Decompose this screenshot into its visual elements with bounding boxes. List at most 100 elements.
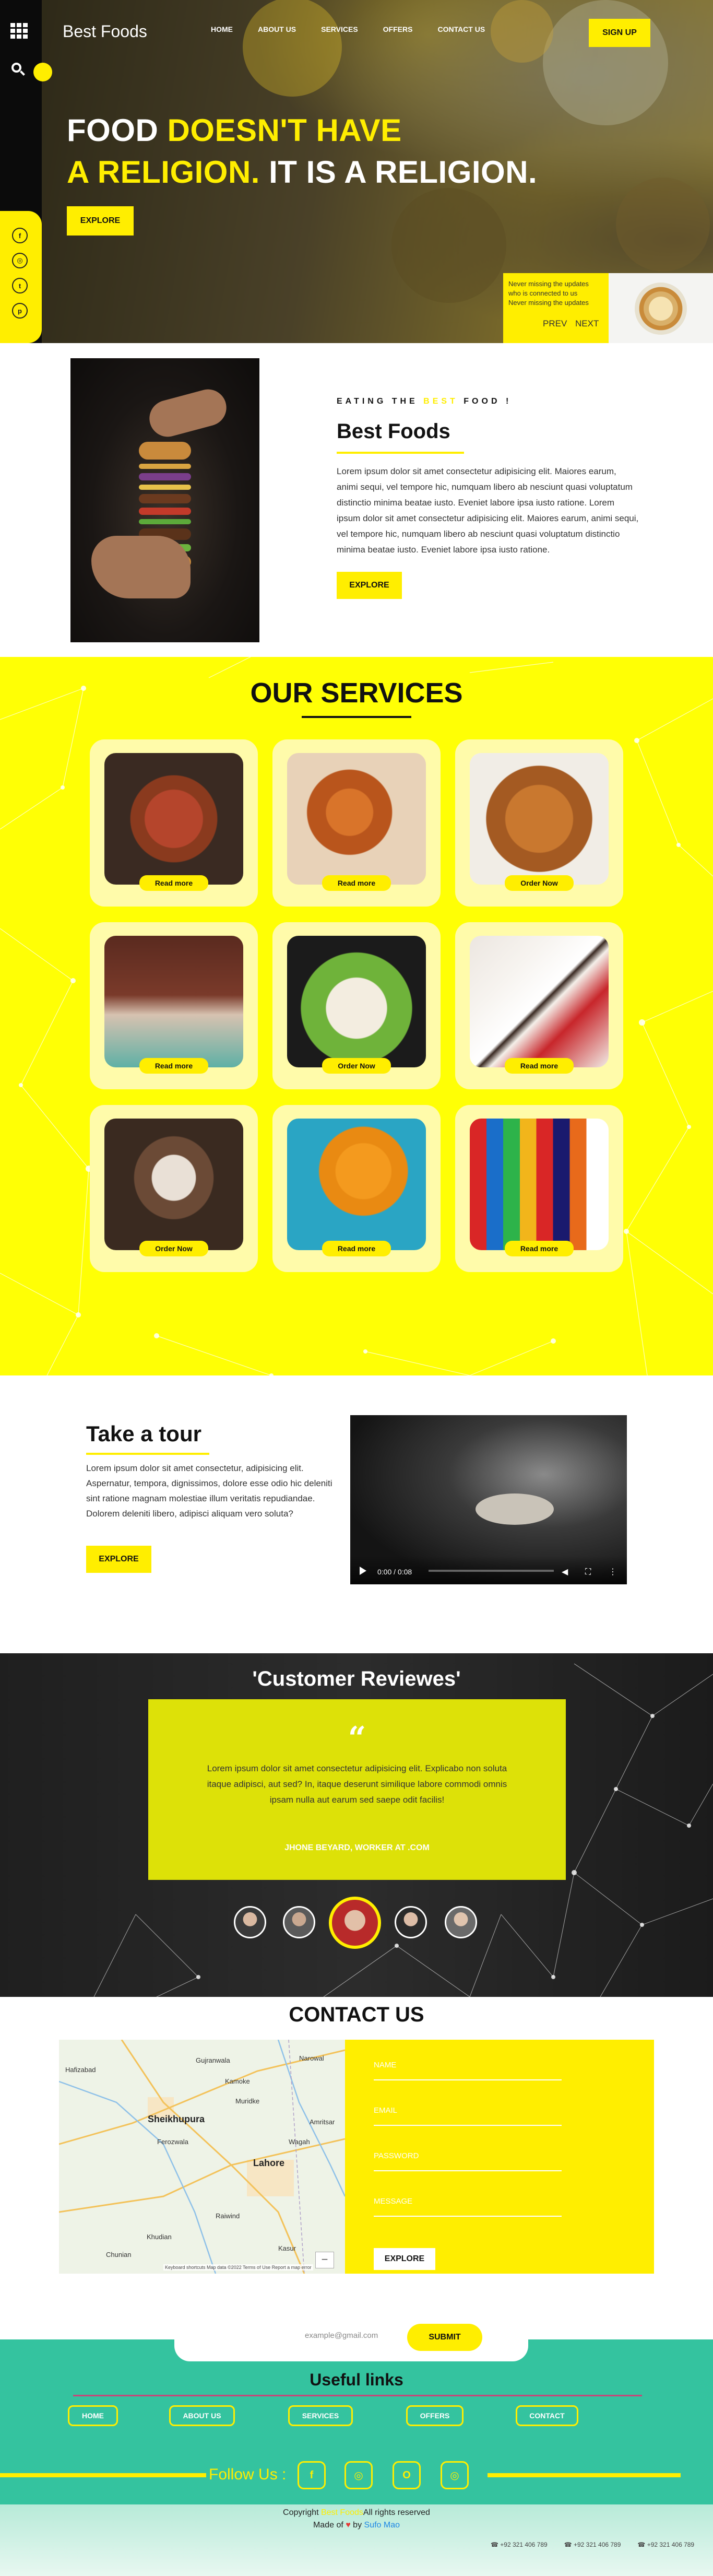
read-more-button[interactable]: Read more xyxy=(505,1241,574,1256)
footer-link-services[interactable]: SERVICES xyxy=(288,2405,353,2426)
follow-divider-right xyxy=(488,2473,681,2477)
pinterest-icon[interactable]: ◎ xyxy=(441,2461,469,2489)
nav-home[interactable]: HOME xyxy=(211,25,233,33)
email-field[interactable]: EMAIL xyxy=(374,2098,562,2129)
services-section: OUR SERVICES Read more Read more Order N… xyxy=(0,657,713,1375)
avatar[interactable] xyxy=(445,1906,477,1938)
service-card-soft-drinks[interactable]: Read more xyxy=(455,1105,623,1272)
map-label: Lahore xyxy=(253,2158,285,2168)
avatar[interactable] xyxy=(395,1906,427,1938)
map-label: Raiwind xyxy=(216,2212,240,2220)
cupcakes-image xyxy=(104,936,243,1067)
service-card-orange-juice[interactable]: Read more xyxy=(272,1105,441,1272)
submit-button[interactable]: SUBMIT xyxy=(407,2324,482,2351)
pinterest-icon[interactable]: p xyxy=(12,303,28,319)
name-field[interactable]: NAME xyxy=(374,2052,562,2084)
read-more-button[interactable]: Read more xyxy=(505,1058,574,1074)
email-label: EMAIL xyxy=(374,2106,398,2115)
update-card: Never missing the updates who is connect… xyxy=(503,273,713,343)
service-card-chicken-pakora[interactable]: Order Now xyxy=(455,739,623,907)
footer-link-home[interactable]: HOME xyxy=(68,2405,118,2426)
about-explore-button[interactable]: EXPLORE xyxy=(337,572,402,599)
phone-numbers: ☎ +92 321 406 789 ☎ +92 321 406 789 ☎ +9… xyxy=(491,2541,694,2548)
tour-explore-button[interactable]: EXPLORE xyxy=(86,1546,151,1573)
order-now-button[interactable]: Order Now xyxy=(139,1241,208,1256)
map-zoom-out-button[interactable]: − xyxy=(315,2252,334,2268)
salad-image xyxy=(287,936,426,1067)
service-card-cake[interactable]: Read more xyxy=(455,922,623,1089)
footer-link-about-us[interactable]: ABOUT US xyxy=(169,2405,235,2426)
play-icon[interactable] xyxy=(360,1567,366,1575)
service-card-milkshake[interactable]: Order Now xyxy=(90,1105,258,1272)
facebook-icon[interactable]: f xyxy=(12,228,28,243)
instagram-icon[interactable]: ◎ xyxy=(12,253,28,268)
hero-slider-dot[interactable] xyxy=(33,63,52,81)
services-title: OUR SERVICES xyxy=(250,677,463,709)
message-field[interactable]: MESSAGE xyxy=(374,2189,562,2220)
video-progress-track[interactable] xyxy=(429,1570,554,1572)
hero-section: f ◎ t p Best Foods HOME ABOUT US SERVICE… xyxy=(0,0,713,343)
newsletter-bar: example@gmail.com SUBMIT xyxy=(174,2312,528,2361)
order-now-button[interactable]: Order Now xyxy=(505,875,574,891)
hero-explore-button[interactable]: EXPLORE xyxy=(67,206,134,236)
twitter-icon[interactable]: t xyxy=(12,278,28,293)
instagram-icon[interactable]: ◎ xyxy=(344,2461,373,2489)
nav-offers[interactable]: OFFERS xyxy=(383,25,413,33)
footer-link-contact[interactable]: CONTACT xyxy=(516,2405,578,2426)
read-more-button[interactable]: Read more xyxy=(139,1058,208,1074)
hero-title-highlight: DOESN'T HAVE xyxy=(167,113,402,148)
order-now-button[interactable]: Order Now xyxy=(322,1058,391,1074)
sign-up-button[interactable]: SIGN UP xyxy=(589,19,650,47)
grid-menu-icon[interactable] xyxy=(10,23,28,39)
password-field[interactable]: PASSWORD xyxy=(374,2143,562,2174)
next-button[interactable]: NEXT xyxy=(575,319,599,329)
read-more-button[interactable]: Read more xyxy=(139,875,208,891)
cake-image xyxy=(470,936,609,1067)
map-label: Gujranwala xyxy=(196,2056,230,2064)
newsletter-email-input[interactable]: example@gmail.com xyxy=(305,2331,378,2340)
heart-icon: ♥ xyxy=(346,2521,351,2530)
made-by-text: Made of xyxy=(313,2521,346,2530)
about-underline xyxy=(337,452,464,454)
brand-logo[interactable]: Best Foods xyxy=(63,22,147,41)
search-icon[interactable] xyxy=(11,63,25,76)
fullscreen-icon[interactable]: ⛶ xyxy=(585,1568,591,1577)
nav-services[interactable]: SERVICES xyxy=(321,25,358,33)
about-title: Best Foods xyxy=(337,420,450,443)
review-card: “ Lorem ipsum dolor sit amet consectetur… xyxy=(148,1699,566,1880)
avatar[interactable] xyxy=(234,1906,266,1938)
about-eyebrow: EATING THE BEST FOOD ! xyxy=(337,397,512,406)
facebook-icon[interactable]: f xyxy=(298,2461,326,2489)
nav-contact-us[interactable]: CONTACT US xyxy=(437,25,485,33)
read-more-button[interactable]: Read more xyxy=(322,875,391,891)
service-card-fried-chicken[interactable]: Read more xyxy=(272,739,441,907)
reviews-section: 'Customer Reviewes' “ Lorem ipsum dolor … xyxy=(0,1653,713,1997)
follow-us-label: Follow Us : xyxy=(209,2466,287,2483)
prev-button[interactable]: PREV xyxy=(543,319,567,329)
service-card-pizza[interactable]: Read more xyxy=(90,739,258,907)
copyright-text: All rights reserved xyxy=(363,2508,430,2517)
volume-icon[interactable]: ◀ xyxy=(562,1567,568,1577)
eyebrow-part: EATING THE xyxy=(337,397,424,406)
footer-link-offers[interactable]: OFFERS xyxy=(406,2405,464,2426)
author-link[interactable]: Sufo Mao xyxy=(364,2521,400,2530)
services-underline xyxy=(302,716,411,718)
tour-title: Take a tour xyxy=(86,1421,201,1446)
contact-explore-button[interactable]: EXPLORE xyxy=(374,2248,435,2270)
tour-video[interactable]: 0:00 / 0:08 ◀ ⛶ ⋮ xyxy=(350,1415,627,1584)
nav-about-us[interactable]: ABOUT US xyxy=(258,25,296,33)
orange-juice-image xyxy=(287,1119,426,1250)
map-credit[interactable]: Keyboard shortcuts Map data ©2022 Terms … xyxy=(163,2264,313,2271)
service-card-salad[interactable]: Order Now xyxy=(272,922,441,1089)
message-label: MESSAGE xyxy=(374,2197,413,2206)
snapchat-icon[interactable]: O xyxy=(393,2461,421,2489)
food-plate-image xyxy=(635,283,687,335)
phone-number: ☎ +92 321 406 789 xyxy=(564,2541,621,2548)
google-map[interactable]: Sheikhupura Lahore Kasur Muridke Gujranw… xyxy=(59,2040,345,2274)
more-options-icon[interactable]: ⋮ xyxy=(609,1567,617,1577)
service-card-cupcakes[interactable]: Read more xyxy=(90,922,258,1089)
update-line: Never missing the updates xyxy=(508,299,589,307)
avatar[interactable] xyxy=(283,1906,315,1938)
avatar-active[interactable] xyxy=(329,1897,381,1949)
read-more-button[interactable]: Read more xyxy=(322,1241,391,1256)
